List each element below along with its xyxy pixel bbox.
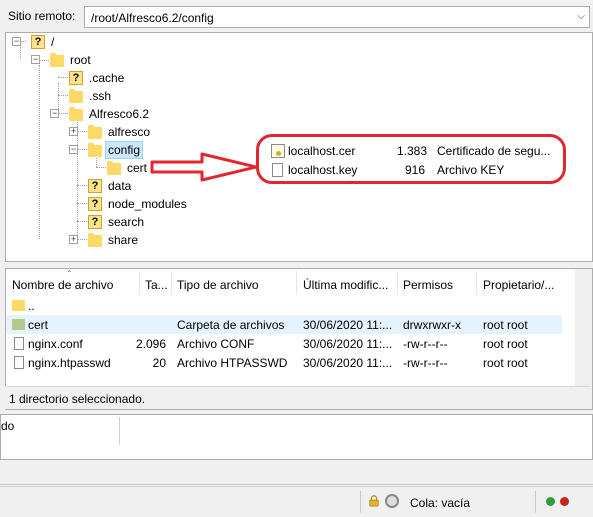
file-owner: root root — [483, 318, 528, 332]
folder-icon — [88, 233, 102, 247]
file-row-nginx-htpasswd[interactable]: nginx.htpasswd 20 Archivo HTPASSWD 30/06… — [6, 353, 562, 372]
remote-path-value[interactable]: /root/Alfresco6.2/config — [91, 11, 214, 25]
file-modified: 30/06/2020 11:... — [303, 356, 393, 370]
file-icon — [272, 163, 283, 177]
tree-node-label-selected: config — [105, 141, 144, 159]
folder-icon — [50, 53, 64, 67]
queue-status-text: Cola: vacía — [410, 496, 471, 510]
tree-node-label: cert — [127, 161, 148, 175]
queue-tabs-bar — [0, 460, 593, 485]
file-row-parent[interactable]: .. — [6, 296, 562, 315]
remote-path-combobox[interactable]: /root/Alfresco6.2/config ⌵ — [84, 6, 590, 28]
file-owner: root root — [483, 356, 528, 370]
file-modified: 30/06/2020 11:... — [303, 337, 393, 351]
file-permissions: drwxrwxr-x — [403, 318, 461, 332]
collapse-icon[interactable]: − — [31, 55, 40, 64]
queue-column-text: do — [1, 419, 15, 433]
collapse-icon[interactable]: − — [50, 109, 59, 118]
callout-file-name: localhost.key — [288, 163, 358, 177]
question-folder-icon: ? — [69, 71, 83, 85]
callout-file-type: Archivo KEY — [437, 163, 505, 177]
folder-icon — [88, 125, 102, 139]
lock-icon[interactable] — [368, 495, 380, 507]
folder-icon — [69, 89, 83, 103]
sort-up-icon: ⌃ — [66, 269, 73, 278]
tree-node-label: .ssh — [89, 89, 112, 103]
file-list-header: ⌃ Nombre de archivo Ta... Tipo de archiv… — [6, 269, 592, 296]
file-owner: root root — [483, 337, 528, 351]
column-permissions-header[interactable]: Permisos — [403, 278, 453, 292]
collapse-icon[interactable]: − — [12, 37, 21, 46]
callout-file-name: localhost.cer — [288, 144, 356, 158]
callout-file-row: localhost.key 916 Archivo KEY — [259, 161, 559, 179]
status-led-green-icon — [546, 497, 555, 506]
tree-node-label: .cache — [89, 71, 125, 85]
callout-file-size: 1.383 — [397, 144, 428, 158]
column-owner-header[interactable]: Propietario/... — [483, 278, 554, 292]
tree-node-label: Alfresco6.2 — [89, 107, 150, 121]
selection-status-text: 1 directorio seleccionado. — [9, 392, 146, 406]
question-folder-icon: ? — [88, 215, 102, 229]
folder-open-icon — [88, 143, 102, 157]
callout-file-row: localhost.cer 1.383 Certificado de segu.… — [259, 142, 559, 160]
speed-limit-icon[interactable] — [385, 494, 399, 508]
status-led-red-icon — [560, 497, 569, 506]
file-size: 2.096 — [135, 337, 166, 351]
status-bar: Cola: vacía — [0, 486, 593, 517]
file-type: Archivo CONF — [177, 337, 255, 351]
annotation-arrow — [150, 152, 258, 182]
column-modified-header[interactable]: Última modific... — [303, 278, 388, 292]
file-row-nginx-conf[interactable]: nginx.conf 2.096 Archivo CONF 30/06/2020… — [6, 334, 562, 353]
folder-icon — [12, 319, 25, 330]
tree-node-label: share — [108, 233, 139, 247]
expand-icon[interactable]: + — [69, 235, 78, 244]
folder-icon — [107, 161, 121, 175]
file-size: 20 — [152, 356, 166, 370]
file-name: cert — [28, 318, 49, 332]
callout-file-size: 916 — [405, 163, 426, 177]
file-type: Archivo HTPASSWD — [177, 356, 288, 370]
question-folder-icon: ? — [88, 197, 102, 211]
column-type-header[interactable]: Tipo de archivo — [177, 278, 259, 292]
transfer-queue-pane[interactable]: do — [0, 414, 593, 460]
file-icon — [14, 356, 24, 369]
folder-icon — [12, 300, 25, 311]
tree-node-label: search — [108, 215, 145, 229]
tree-node-label: data — [108, 179, 132, 193]
remote-site-bar: Sitio remoto: /root/Alfresco6.2/config ⌵ — [0, 0, 593, 34]
certificate-icon — [271, 144, 285, 158]
question-folder-icon: ? — [88, 179, 102, 193]
file-permissions: -rw-r--r-- — [403, 337, 448, 351]
column-size-header[interactable]: Ta... — [145, 278, 168, 292]
expand-icon[interactable]: + — [69, 127, 78, 136]
remote-site-label: Sitio remoto: — [8, 9, 76, 23]
tree-node-label: / — [51, 35, 55, 49]
question-folder-icon: ? — [31, 35, 45, 49]
chevron-down-icon[interactable]: ⌵ — [577, 11, 585, 22]
file-name: .. — [28, 299, 35, 313]
file-icon — [14, 337, 24, 350]
file-list-status: 1 directorio seleccionado. — [5, 386, 591, 409]
column-name-header[interactable]: Nombre de archivo — [12, 278, 113, 292]
file-permissions: -rw-r--r-- — [403, 356, 448, 370]
tree-node-label: root — [70, 53, 91, 67]
file-name: nginx.htpasswd — [28, 356, 111, 370]
annotation-callout: localhost.cer 1.383 Certificado de segu.… — [256, 134, 566, 184]
file-type: Carpeta de archivos — [177, 318, 285, 332]
tree-node-label: alfresco — [108, 125, 151, 139]
file-name: nginx.conf — [28, 337, 83, 351]
queue-column-separator — [119, 417, 120, 445]
file-modified: 30/06/2020 11:... — [303, 318, 393, 332]
tree-node-label: node_modules — [108, 197, 187, 211]
file-row-cert[interactable]: cert Carpeta de archivos 30/06/2020 11:.… — [6, 315, 562, 334]
collapse-icon[interactable]: − — [69, 145, 78, 154]
callout-file-type: Certificado de segu... — [437, 144, 551, 158]
folder-icon — [69, 107, 83, 121]
